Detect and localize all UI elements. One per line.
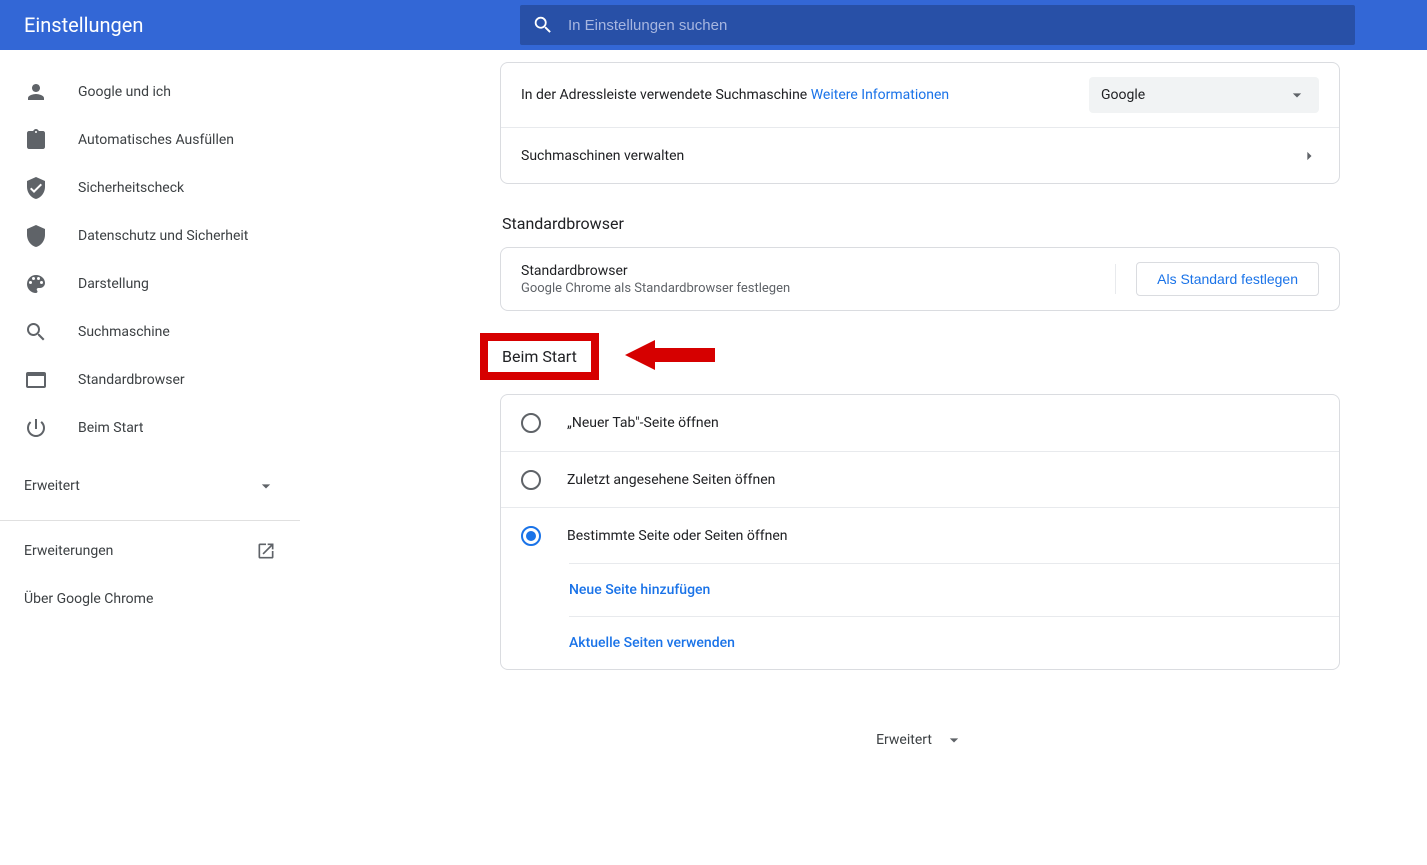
sidebar-item-label: Standardbrowser xyxy=(78,372,185,388)
search-input[interactable] xyxy=(568,17,1343,34)
sidebar-item-label: Sicherheitscheck xyxy=(78,180,184,196)
on-startup-heading: Beim Start xyxy=(480,333,599,380)
search-engine-card: In der Adressleiste verwendete Suchmasch… xyxy=(500,62,1340,184)
default-browser-sub: Google Chrome als Standardbrowser festle… xyxy=(521,281,1095,296)
app-header: Einstellungen xyxy=(0,0,1427,50)
palette-icon xyxy=(24,272,48,296)
sidebar-extensions-label: Erweiterungen xyxy=(24,543,113,559)
radio-button[interactable] xyxy=(521,470,541,490)
chevron-down-icon xyxy=(256,476,276,496)
more-info-link[interactable]: Weitere Informationen xyxy=(811,87,949,103)
startup-option-label: Bestimmte Seite oder Seiten öffnen xyxy=(567,528,1319,544)
use-current-link[interactable]: Aktuelle Seiten verwenden xyxy=(569,635,735,651)
power-icon xyxy=(24,416,48,440)
startup-option-new-tab[interactable]: „Neuer Tab"-Seite öffnen xyxy=(501,395,1339,451)
default-browser-card: Standardbrowser Google Chrome als Standa… xyxy=(500,247,1340,311)
add-page-row: Neue Seite hinzufügen xyxy=(569,563,1339,616)
on-startup-card: „Neuer Tab"-Seite öffnen Zuletzt angeseh… xyxy=(500,394,1340,670)
use-current-row: Aktuelle Seiten verwenden xyxy=(569,616,1339,669)
sidebar-item-label: Darstellung xyxy=(78,276,149,292)
chevron-down-icon xyxy=(1287,85,1307,105)
chevron-right-icon xyxy=(1299,146,1319,166)
annotation-highlight: Beim Start xyxy=(480,333,599,380)
sidebar-separator xyxy=(0,520,300,521)
address-bar-search-row: In der Adressleiste verwendete Suchmasch… xyxy=(501,63,1339,127)
sidebar-item-appearance[interactable]: Darstellung xyxy=(0,260,300,308)
main-advanced-label: Erweitert xyxy=(876,732,932,748)
manage-search-engines-row[interactable]: Suchmaschinen verwalten xyxy=(501,127,1339,183)
search-engine-selected: Google xyxy=(1101,87,1145,103)
sidebar-item-label: Automatisches Ausfüllen xyxy=(78,132,234,148)
radio-button[interactable] xyxy=(521,526,541,546)
browser-icon xyxy=(24,368,48,392)
sidebar-about-label: Über Google Chrome xyxy=(24,591,153,607)
sidebar-item-autofill[interactable]: Automatisches Ausfüllen xyxy=(0,116,300,164)
main-content: In der Adressleiste verwendete Suchmasch… xyxy=(300,50,1360,810)
sidebar: Google und ich Automatisches Ausfüllen S… xyxy=(0,50,300,810)
sidebar-advanced-label: Erweitert xyxy=(24,478,80,494)
annotation-arrow-icon xyxy=(625,335,715,379)
startup-option-label: Zuletzt angesehene Seiten öffnen xyxy=(567,472,1319,488)
sidebar-item-google[interactable]: Google und ich xyxy=(0,68,300,116)
sidebar-about[interactable]: Über Google Chrome xyxy=(0,575,300,623)
address-bar-text: In der Adressleiste verwendete Suchmasch… xyxy=(521,87,1089,103)
sidebar-item-label: Beim Start xyxy=(78,420,143,436)
search-engine-select[interactable]: Google xyxy=(1089,77,1319,113)
search-icon xyxy=(24,320,48,344)
search-container[interactable] xyxy=(520,5,1355,45)
sidebar-item-label: Suchmaschine xyxy=(78,324,170,340)
startup-option-specific[interactable]: Bestimmte Seite oder Seiten öffnen xyxy=(501,507,1339,563)
sidebar-item-on-startup[interactable]: Beim Start xyxy=(0,404,300,452)
startup-option-continue[interactable]: Zuletzt angesehene Seiten öffnen xyxy=(501,451,1339,507)
search-icon xyxy=(532,14,554,36)
set-default-button[interactable]: Als Standard festlegen xyxy=(1136,262,1319,296)
external-link-icon xyxy=(256,541,276,561)
default-browser-row: Standardbrowser Google Chrome als Standa… xyxy=(501,248,1339,310)
chevron-down-icon xyxy=(944,730,964,750)
sidebar-extensions[interactable]: Erweiterungen xyxy=(0,527,300,575)
manage-search-engines-label: Suchmaschinen verwalten xyxy=(521,148,1299,164)
sidebar-item-safetycheck[interactable]: Sicherheitscheck xyxy=(0,164,300,212)
sidebar-advanced-toggle[interactable]: Erweitert xyxy=(0,462,300,510)
sidebar-item-search-engine[interactable]: Suchmaschine xyxy=(0,308,300,356)
startup-option-label: „Neuer Tab"-Seite öffnen xyxy=(567,415,1319,431)
main-advanced-toggle[interactable]: Erweitert xyxy=(500,730,1340,750)
person-icon xyxy=(24,80,48,104)
clipboard-icon xyxy=(24,128,48,152)
shield-check-icon xyxy=(24,176,48,200)
sidebar-item-label: Datenschutz und Sicherheit xyxy=(78,228,248,244)
sidebar-item-label: Google und ich xyxy=(78,84,171,100)
sidebar-item-privacy[interactable]: Datenschutz und Sicherheit xyxy=(0,212,300,260)
shield-icon xyxy=(24,224,48,248)
add-page-link[interactable]: Neue Seite hinzufügen xyxy=(569,582,710,598)
default-browser-heading: Standardbrowser xyxy=(502,214,1340,233)
radio-button[interactable] xyxy=(521,413,541,433)
vertical-separator xyxy=(1115,264,1116,294)
sidebar-item-default-browser[interactable]: Standardbrowser xyxy=(0,356,300,404)
default-browser-title: Standardbrowser xyxy=(521,263,1095,279)
app-title: Einstellungen xyxy=(0,13,520,37)
